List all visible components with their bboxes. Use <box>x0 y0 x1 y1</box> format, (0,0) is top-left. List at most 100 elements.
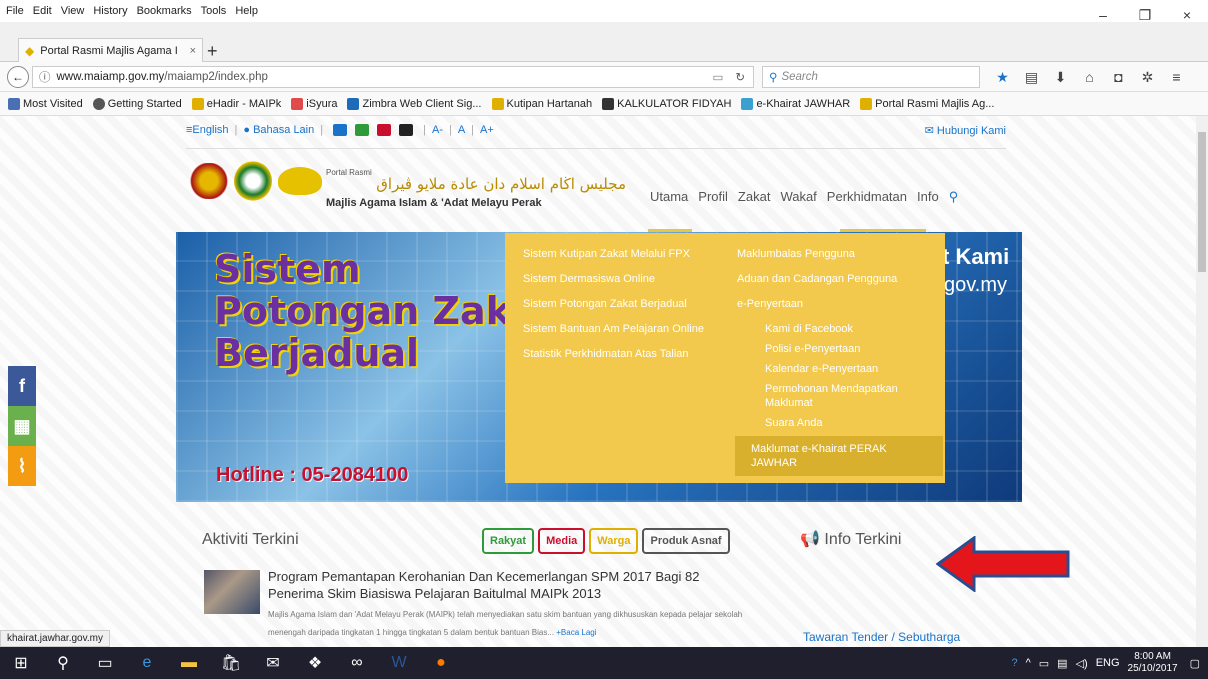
bookmark-ehadir[interactable]: eHadir - MAIPk <box>191 97 281 110</box>
menu-view[interactable]: View <box>61 5 85 17</box>
menu-history[interactable]: History <box>93 5 127 17</box>
close-tab-icon[interactable]: × <box>190 45 196 57</box>
extension-icon[interactable]: ✲ <box>1133 66 1162 88</box>
mail-icon[interactable]: ✉ <box>252 647 294 679</box>
hamburger-menu-icon[interactable]: ≡ <box>1162 66 1191 88</box>
filter-warga-button[interactable]: Warga <box>589 528 639 554</box>
nav-perkhidmatan[interactable]: Perkhidmatan <box>827 189 907 205</box>
bookmark-zimbra[interactable]: Zimbra Web Client Sig... <box>347 97 482 110</box>
theme-red-button[interactable] <box>377 124 392 136</box>
theme-blue-button[interactable] <box>333 124 348 136</box>
search-input[interactable]: ⚲ Search <box>762 66 980 88</box>
back-button[interactable]: ← <box>7 65 29 88</box>
volume-icon[interactable]: ◁) <box>1076 657 1088 670</box>
submenu-polisi[interactable]: Polisi e-Penyertaan <box>737 342 937 356</box>
page-content: ≡ English | ● Bahasa Lain | | A- | A | A… <box>0 116 1196 647</box>
menu-bookmarks[interactable]: Bookmarks <box>137 5 192 17</box>
filter-produk-asnaf-button[interactable]: Produk Asnaf <box>642 528 730 554</box>
menu-item-fpx[interactable]: Sistem Kutipan Zakat Melalui FPX <box>523 247 723 261</box>
menu-item-potongan-zakat[interactable]: Sistem Potongan Zakat Berjadual <box>523 297 723 311</box>
font-decrease-button[interactable]: A- <box>432 124 443 136</box>
menu-tools[interactable]: Tools <box>201 5 227 17</box>
menu-help[interactable]: Help <box>235 5 258 17</box>
menu-item-ekhairat-highlighted[interactable]: Maklumat e-Khairat PERAK JAWHAR <box>735 436 943 476</box>
news-title[interactable]: Program Pemantapan Kerohanian Dan Keceme… <box>268 568 728 602</box>
menu-item-dermasiswa[interactable]: Sistem Dermasiswa Online <box>523 272 723 286</box>
font-increase-button[interactable]: A+ <box>480 124 494 136</box>
nav-wakaf[interactable]: Wakaf <box>780 189 816 205</box>
library-icon[interactable]: ▤ <box>1017 66 1046 88</box>
url-bar[interactable]: ⓘ www.maiamp.gov.my /maiamp2/index.php ▭… <box>32 66 754 88</box>
menu-item-maklumbalas[interactable]: Maklumbalas Pengguna <box>737 247 937 261</box>
bookmark-star-icon[interactable]: ★ <box>988 66 1017 88</box>
search-icon[interactable]: ⚲ <box>949 189 959 205</box>
tender-link[interactable]: Tawaran Tender / Sebutharga <box>803 630 960 644</box>
download-icon[interactable]: ⬇ <box>1046 66 1075 88</box>
browser-tab[interactable]: ◆ Portal Rasmi Majlis Agama I × <box>18 38 203 62</box>
clock[interactable]: 8:00 AM 25/10/2017 <box>1128 651 1178 675</box>
english-link[interactable]: English <box>192 124 228 136</box>
home-icon[interactable]: ⌂ <box>1075 66 1104 88</box>
nav-info[interactable]: Info <box>917 189 939 205</box>
filter-rakyat-button[interactable]: Rakyat <box>482 528 535 554</box>
perak-seal-logo <box>234 161 272 201</box>
reader-view-icon[interactable]: ▭ <box>712 70 723 84</box>
bookmark-isyura[interactable]: iSyura <box>291 97 337 110</box>
firefox-icon[interactable]: ● <box>420 647 462 679</box>
submenu-suara-anda[interactable]: Suara Anda <box>737 416 937 430</box>
bookmark-kalkulator[interactable]: KALKULATOR FIDYAH <box>602 97 731 110</box>
theme-green-button[interactable] <box>355 124 370 136</box>
theme-black-button[interactable] <box>399 124 414 136</box>
menu-item-bantuan-am[interactable]: Sistem Bantuan Am Pelajaran Online <box>523 322 723 336</box>
menu-bar: File Edit View History Bookmarks Tools H… <box>0 0 1208 22</box>
bookmark-most-visited[interactable]: Most Visited <box>8 97 83 110</box>
rss-icon[interactable]: ⌇ <box>8 446 36 486</box>
menu-item-aduan[interactable]: Aduan dan Cadangan Pengguna <box>737 272 937 286</box>
scrollbar-thumb[interactable] <box>1198 132 1206 272</box>
menu-file[interactable]: File <box>6 5 24 17</box>
info-icon[interactable]: ⓘ <box>39 69 51 85</box>
qr-code-icon[interactable]: ▦ <box>8 406 36 446</box>
reload-icon[interactable]: ↻ <box>735 70 745 84</box>
edge-icon[interactable]: e <box>126 647 168 679</box>
submenu-facebook[interactable]: Kami di Facebook <box>737 322 937 336</box>
bookmark-portal[interactable]: Portal Rasmi Majlis Ag... <box>860 97 994 110</box>
help-icon[interactable]: ? <box>1011 657 1017 669</box>
task-view-icon[interactable]: ▭ <box>84 647 126 679</box>
search-icon[interactable]: ⚲ <box>42 647 84 679</box>
bookmark-getting-started[interactable]: Getting Started <box>92 97 182 110</box>
word-icon[interactable]: W <box>378 647 420 679</box>
language-indicator[interactable]: ENG <box>1096 657 1120 669</box>
dropbox-icon[interactable]: ❖ <box>294 647 336 679</box>
chevron-up-icon[interactable]: ^ <box>1026 657 1031 669</box>
bookmark-ekhairat[interactable]: e-Khairat JAWHAR <box>741 97 850 110</box>
file-explorer-icon[interactable]: ▬ <box>168 647 210 679</box>
read-more-link[interactable]: +Baca Lagi <box>556 628 596 637</box>
nav-zakat[interactable]: Zakat <box>738 189 771 205</box>
state-crest-logo <box>186 163 232 199</box>
network-icon[interactable]: ▤ <box>1057 657 1067 670</box>
filter-media-button[interactable]: Media <box>538 528 586 554</box>
start-button[interactable]: ⊞ <box>0 647 42 679</box>
nav-utama[interactable]: Utama <box>650 189 688 205</box>
bahasa-link[interactable]: Bahasa Lain <box>253 124 314 136</box>
bookmark-kutipan[interactable]: Kutipan Hartanah <box>491 97 592 110</box>
submenu-kalendar[interactable]: Kalendar e-Penyertaan <box>737 362 937 376</box>
submenu-permohonan[interactable]: Permohonan Mendapatkan Maklumat <box>737 382 937 410</box>
infinity-app-icon[interactable]: ∞ <box>336 647 378 679</box>
menu-edit[interactable]: Edit <box>33 5 52 17</box>
menu-item-statistik[interactable]: Statistik Perkhidmatan Atas Talian <box>523 347 723 361</box>
main-nav: Utama Profil Zakat Wakaf Perkhidmatan In… <box>650 189 968 205</box>
contact-link[interactable]: ✉ Hubungi Kami <box>925 124 1006 137</box>
battery-icon[interactable]: ▭ <box>1039 657 1049 670</box>
page-scrollbar[interactable] <box>1196 116 1208 647</box>
facebook-icon[interactable]: f <box>8 366 36 406</box>
new-tab-button[interactable]: + <box>207 41 218 62</box>
news-thumbnail[interactable] <box>204 570 260 614</box>
notifications-icon[interactable]: ▢ <box>1190 657 1200 670</box>
font-normal-button[interactable]: A <box>458 124 465 136</box>
store-icon[interactable]: 🛍 <box>210 647 252 679</box>
pocket-icon[interactable]: ◘ <box>1104 66 1133 88</box>
nav-profil[interactable]: Profil <box>698 189 728 205</box>
menu-item-epenyertaan[interactable]: e-Penyertaan <box>737 297 937 311</box>
